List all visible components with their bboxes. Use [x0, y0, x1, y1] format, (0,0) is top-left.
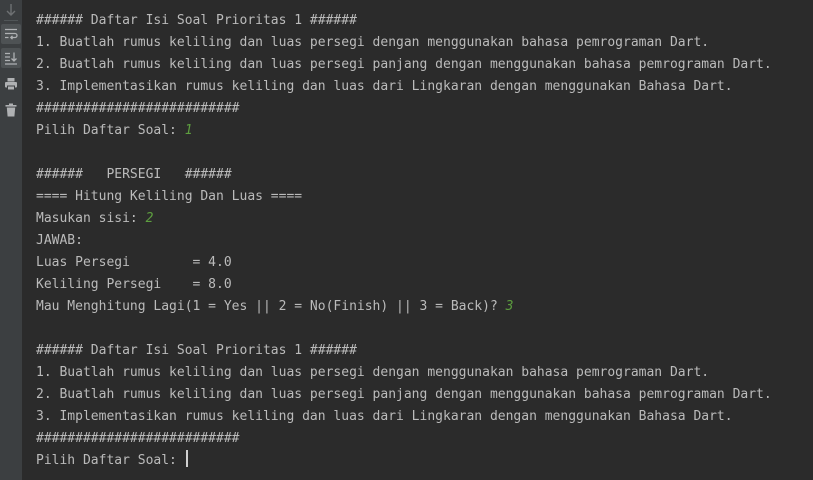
console-line-text: 1. Buatlah rumus keliling dan luas perse… [36, 35, 710, 50]
toolbar-divider [4, 20, 18, 21]
console-line-text: 3. Implementasikan rumus keliling dan lu… [36, 409, 733, 424]
console-line-text: Luas Persegi = 4.0 [36, 255, 232, 270]
console-user-input: 1 [184, 123, 193, 138]
console-line: 1. Buatlah rumus keliling dan luas perse… [36, 32, 813, 54]
console-line-text: Mau Menghitung Lagi(1 = Yes || 2 = No(Fi… [36, 299, 506, 314]
console-line-text: Masukan sisi: [36, 211, 146, 226]
console-line-text: Keliling Persegi = 8.0 [36, 277, 232, 292]
console-line: ==== Hitung Keliling Dan Luas ==== [36, 186, 813, 208]
console-line-text: 2. Buatlah rumus keliling dan luas perse… [36, 387, 772, 402]
trash-icon[interactable] [1, 100, 21, 120]
console-line: JAWAB: [36, 230, 813, 252]
console-line: 1. Buatlah rumus keliling dan luas perse… [36, 362, 813, 384]
console-line: Pilih Daftar Soal: [36, 450, 813, 472]
console-line-text: ###### Daftar Isi Soal Prioritas 1 #####… [36, 13, 357, 28]
soft-wrap-icon[interactable] [1, 24, 21, 44]
console-line: ###### PERSEGI ###### [36, 164, 813, 186]
console-line: ########################## [36, 98, 813, 120]
console-line: Masukan sisi: 2 [36, 208, 813, 230]
console-line: 3. Implementasikan rumus keliling dan lu… [36, 406, 813, 428]
console-line: Pilih Daftar Soal: 1 [36, 120, 813, 142]
console-line-text: ########################## [36, 431, 240, 446]
console-user-input: 2 [145, 211, 154, 226]
console-line: ###### Daftar Isi Soal Prioritas 1 #####… [36, 10, 813, 32]
console-line-text: 3. Implementasikan rumus keliling dan lu… [36, 79, 733, 94]
console-line: 3. Implementasikan rumus keliling dan lu… [36, 76, 813, 98]
console-user-input: 3 [505, 299, 514, 314]
text-cursor [185, 450, 188, 467]
console-output[interactable]: ###### Daftar Isi Soal Prioritas 1 #####… [36, 10, 813, 472]
console-line-text: JAWAB: [36, 233, 83, 248]
console-line-text: 1. Buatlah rumus keliling dan luas perse… [36, 365, 710, 380]
scroll-to-end-icon[interactable] [1, 48, 21, 68]
console-line-text: ###### Daftar Isi Soal Prioritas 1 #####… [36, 343, 357, 358]
console-line-text: Pilih Daftar Soal: [36, 453, 185, 468]
down-arrow-icon[interactable] [1, 0, 21, 20]
console-line-text: 2. Buatlah rumus keliling dan luas perse… [36, 57, 772, 72]
console-line: Keliling Persegi = 8.0 [36, 274, 813, 296]
console-toolbar [0, 0, 22, 480]
run-console-window: ###### Daftar Isi Soal Prioritas 1 #####… [0, 0, 813, 480]
console-line: ########################## [36, 428, 813, 450]
console-line: 2. Buatlah rumus keliling dan luas perse… [36, 384, 813, 406]
console-line: ###### Daftar Isi Soal Prioritas 1 #####… [36, 340, 813, 362]
console-line-text: ###### PERSEGI ###### [36, 167, 232, 182]
console-line: Luas Persegi = 4.0 [36, 252, 813, 274]
console-line-text: Pilih Daftar Soal: [36, 123, 185, 138]
console-line: Mau Menghitung Lagi(1 = Yes || 2 = No(Fi… [36, 296, 813, 318]
console-line: 2. Buatlah rumus keliling dan luas perse… [36, 54, 813, 76]
console-line-text: ==== Hitung Keliling Dan Luas ==== [36, 189, 303, 204]
print-icon[interactable] [1, 74, 21, 94]
console-line-text: ########################## [36, 101, 240, 116]
